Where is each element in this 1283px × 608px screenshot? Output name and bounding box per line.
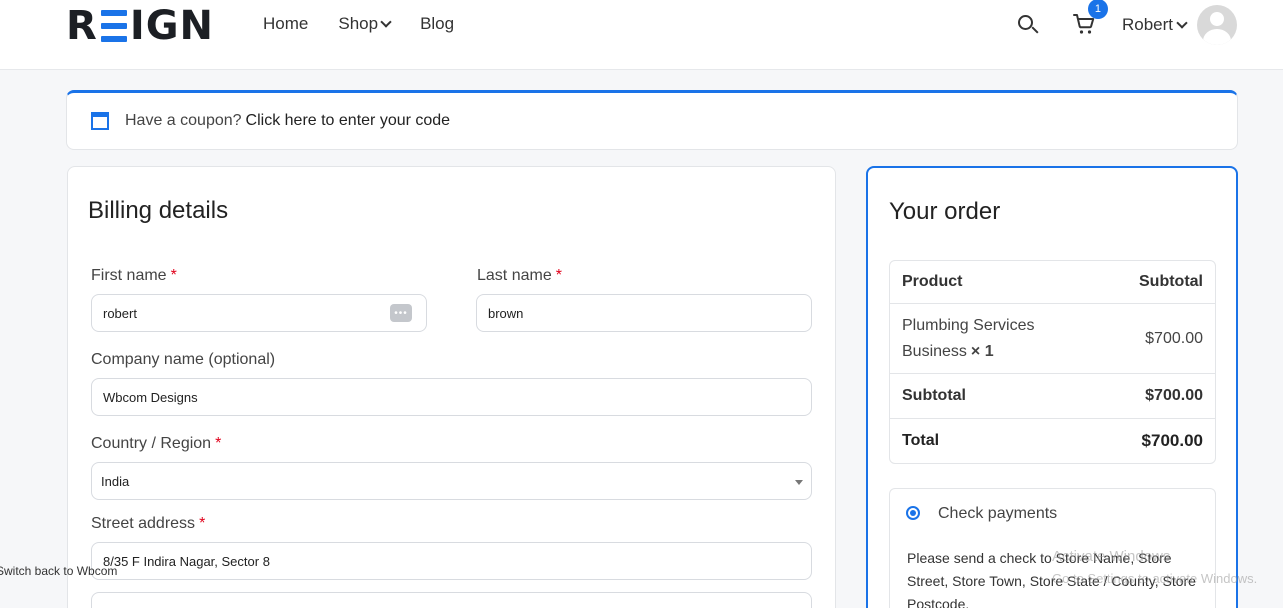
- last-name-label: Last name *: [477, 267, 562, 284]
- country-select[interactable]: India: [91, 462, 812, 500]
- coupon-notice: Have a coupon? Click here to enter your …: [66, 90, 1238, 150]
- user-name: Robert: [1121, 15, 1173, 34]
- site-header: R IGN Home Shop Blog 1 Robert: [0, 0, 1283, 70]
- avatar[interactable]: [1197, 5, 1237, 45]
- order-item-price: $700.00: [1145, 329, 1203, 347]
- nav-blog[interactable]: Blog: [420, 14, 454, 34]
- order-item-name: Plumbing Services Business × 1: [902, 316, 1035, 360]
- chevron-down-icon: [795, 480, 803, 485]
- street-address-line2-field[interactable]: [91, 592, 812, 608]
- nav-blog-label: Blog: [420, 14, 455, 33]
- subtotal-label: Subtotal: [902, 387, 966, 404]
- user-menu[interactable]: Robert: [1122, 5, 1237, 45]
- nav-shop[interactable]: Shop: [338, 14, 392, 34]
- switch-back-link[interactable]: Switch back to Wbcom: [0, 564, 117, 578]
- main-nav: Home Shop Blog: [263, 14, 454, 34]
- order-item-row: Plumbing Services Business × 1 $700.00: [890, 304, 1215, 374]
- search-icon[interactable]: [1016, 13, 1040, 37]
- chevron-down-icon: [380, 16, 392, 28]
- total-value: $700.00: [1141, 431, 1203, 450]
- payment-methods: Check payments Please send a check to St…: [889, 488, 1216, 608]
- company-field[interactable]: Wbcom Designs: [91, 378, 812, 416]
- col-subtotal: Subtotal: [1139, 273, 1203, 290]
- last-name-value: brown: [488, 305, 524, 321]
- first-name-label: First name *: [91, 267, 177, 284]
- billing-title: Billing details: [88, 197, 229, 224]
- nav-home-label: Home: [263, 14, 309, 33]
- company-label: Company name (optional): [91, 351, 276, 368]
- subtotal-value: $700.00: [1145, 387, 1203, 404]
- order-table: Product Subtotal Plumbing Services Busin…: [889, 260, 1216, 464]
- logo-e-mark: [100, 10, 127, 42]
- site-logo[interactable]: R IGN: [66, 3, 214, 49]
- nav-shop-label: Shop: [338, 14, 379, 33]
- country-label: Country / Region *: [91, 435, 222, 452]
- nav-home[interactable]: Home: [263, 14, 308, 34]
- payment-description: Please send a check to Store Name, Store…: [907, 550, 1196, 608]
- window-icon: [91, 112, 109, 130]
- cart-button[interactable]: 1: [1072, 0, 1108, 38]
- order-table-header: Product Subtotal: [890, 261, 1215, 304]
- password-manager-icon[interactable]: •••: [390, 304, 412, 322]
- last-name-field[interactable]: brown: [476, 294, 812, 332]
- country-value: India: [101, 473, 130, 489]
- col-product: Product: [902, 273, 963, 290]
- billing-details-panel: Billing details First name * robert ••• L…: [67, 166, 836, 608]
- payment-method-label[interactable]: Check payments: [938, 505, 1057, 523]
- your-order-panel: Your order Product Subtotal Plumbing Ser…: [866, 166, 1238, 608]
- order-title: Your order: [889, 198, 1001, 225]
- street-address-field[interactable]: 8/35 F Indira Nagar, Sector 8: [91, 542, 812, 580]
- first-name-field[interactable]: robert •••: [91, 294, 427, 332]
- street-label: Street address *: [91, 515, 206, 532]
- payment-radio-check[interactable]: [906, 506, 920, 520]
- cart-count-badge: 1: [1087, 0, 1108, 19]
- coupon-link[interactable]: Click here to enter your code: [246, 112, 451, 130]
- order-subtotal-row: Subtotal $700.00: [890, 374, 1215, 419]
- order-total-row: Total $700.00: [890, 419, 1215, 463]
- coupon-prompt: Have a coupon?: [125, 112, 242, 129]
- first-name-value: robert: [103, 305, 137, 321]
- total-label: Total: [902, 432, 940, 449]
- chevron-down-icon: [1176, 17, 1188, 29]
- company-value: Wbcom Designs: [103, 389, 198, 405]
- header-actions: 1 Robert: [1016, 0, 1237, 46]
- street-address-value: 8/35 F Indira Nagar, Sector 8: [103, 553, 270, 569]
- order-item-qty: × 1: [970, 342, 994, 360]
